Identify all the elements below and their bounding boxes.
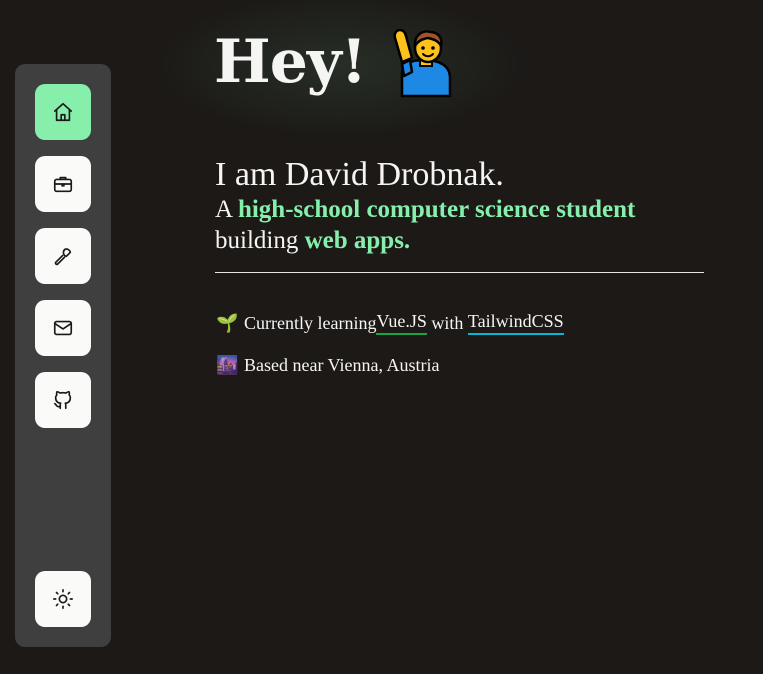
fact-learning-middle: with [426,312,468,333]
hero-title: Hey! [214,27,367,97]
theme-toggle-button[interactable] [35,571,91,627]
fact-learning-prefix: Currently learning [244,312,377,333]
fact-location: 🌆 Based near Vienna, Austria [216,355,440,376]
page: Hey! I am David Drobnak. A high-school c… [0,0,763,674]
fact-location-text: Based near Vienna, Austria [244,355,440,375]
intro-line-role: A high-school computer science student [215,194,705,225]
intro-building-prefix: building [215,227,305,254]
seedling-icon: 🌱 [216,312,239,333]
intro: I am David Drobnak. A high-school comput… [215,156,705,273]
intro-line-building: building web apps. [215,225,705,256]
intro-role-highlight: high-school computer science student [237,196,636,223]
vuejs-link[interactable]: Vue.JS [376,311,427,335]
wrench-icon [54,248,72,266]
sidebar-item-tools[interactable] [35,228,91,284]
intro-building-highlight: web apps. [304,227,411,254]
sun-icon [53,589,73,609]
sidebar-item-home[interactable] [35,84,91,140]
sidebar-nav [15,64,111,647]
github-icon [53,390,72,410]
home-icon [53,102,73,122]
intro-name: I am David Drobnak. [215,156,504,193]
briefcase-icon [53,176,73,193]
sidebar-item-contact[interactable] [35,300,91,356]
fact-learning: 🌱 Currently learning Vue.JS with Tailwin… [216,311,564,335]
tailwindcss-link[interactable]: TailwindCSS [467,311,564,335]
intro-role-prefix: A [215,196,238,223]
sidebar-item-github[interactable] [35,372,91,428]
mail-icon [53,320,73,336]
hero: Hey! [214,22,460,102]
cityscape-icon: 🌆 [216,355,239,375]
sidebar-item-work[interactable] [35,156,91,212]
raising-hand-icon [393,28,452,98]
divider [215,272,704,273]
